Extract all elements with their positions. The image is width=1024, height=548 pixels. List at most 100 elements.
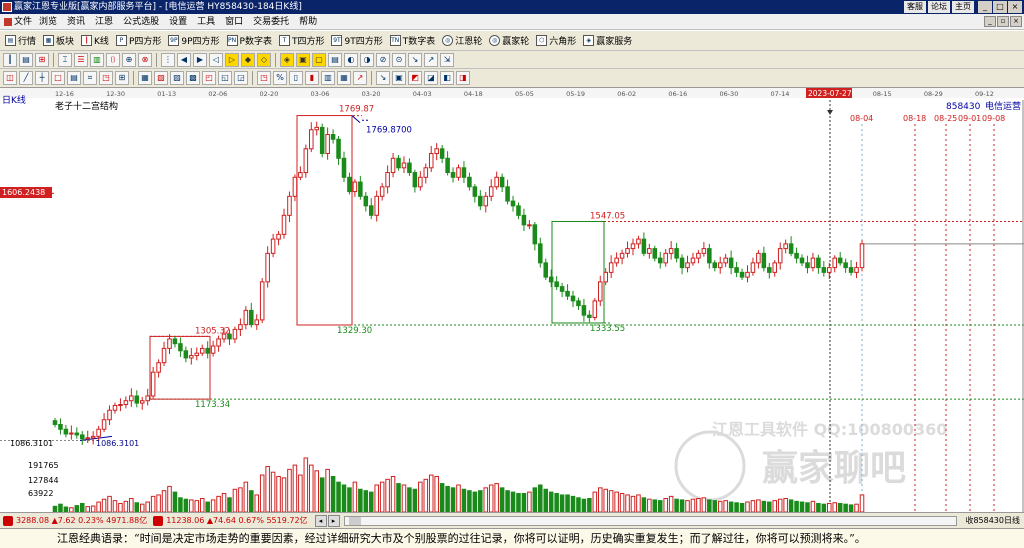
analysis-tool-9-icon[interactable]: ▦	[138, 71, 152, 85]
tool-2-icon[interactable]: ▤	[19, 52, 33, 67]
menu-item-browse[interactable]: 浏览	[34, 14, 62, 30]
kline-button[interactable]: ┃ K线	[79, 33, 111, 49]
horizontal-scrollbar[interactable]	[343, 515, 958, 526]
analysis-tool-26-icon[interactable]: ◪	[424, 71, 438, 85]
tool-25-icon[interactable]: ↘	[408, 52, 422, 67]
low-price-axis: 1086.3101	[10, 439, 53, 448]
link-service[interactable]: 客服	[904, 1, 926, 13]
analysis-tool-7-icon[interactable]: ◳	[99, 71, 113, 85]
analysis-tool-16-icon[interactable]: ◳	[257, 71, 271, 85]
candle-body	[298, 172, 303, 178]
volume-bar	[390, 475, 396, 512]
analysis-tool-28-icon[interactable]: ◨	[456, 71, 470, 85]
analysis-tool-11-icon[interactable]: ▨	[170, 71, 184, 85]
analysis-tool-22-icon[interactable]: ↗	[353, 71, 367, 85]
tool-20-icon[interactable]: ▤	[328, 52, 342, 67]
tool-11-icon[interactable]: ◀	[177, 52, 191, 67]
winner-wheel-button[interactable]: ◎ 赢家轮	[487, 33, 531, 49]
menu-item-settings[interactable]: 设置	[164, 14, 192, 30]
volume-bar	[837, 502, 843, 512]
scroll-left-icon[interactable]: ◂	[314, 514, 327, 527]
kline-chart[interactable]: 12-16 12-30 01-13 02-06 02-20 03-06 03-20 04-03…	[0, 88, 1024, 512]
p-square-button[interactable]: P P四方形	[114, 33, 163, 49]
analysis-tool-6-icon[interactable]: ⌗	[83, 71, 97, 85]
9t-square-button[interactable]: 9T 9T四方形	[329, 33, 384, 49]
date-tick: 05-05	[515, 90, 534, 98]
mdi-close-icon[interactable]: ×	[1010, 16, 1022, 27]
menu-item-help[interactable]: 帮助	[294, 14, 322, 30]
p-number-button[interactable]: PN P数字表	[225, 33, 274, 49]
candle-body	[129, 395, 134, 402]
sector-button[interactable]: ▦ 板块	[41, 33, 76, 49]
tool-3-icon[interactable]: ⊞	[35, 52, 49, 67]
tool-1-icon[interactable]: ┃	[3, 52, 17, 67]
analysis-tool-18-icon[interactable]: ▯	[289, 71, 303, 85]
tool-26-icon[interactable]: ↗	[424, 52, 438, 67]
t-square-button[interactable]: T T四方形	[277, 33, 327, 49]
tool-16-icon[interactable]: ◇	[257, 52, 271, 67]
9p-square-button[interactable]: 9P 9P四方形	[166, 33, 221, 49]
menu-item-news[interactable]: 资讯	[62, 14, 90, 30]
scroll-right-icon[interactable]: ▸	[327, 514, 340, 527]
tool-6-icon[interactable]: ▥	[90, 52, 104, 67]
analysis-tool-21-icon[interactable]: ▦	[337, 71, 351, 85]
mdi-restore-icon[interactable]: ▫	[997, 16, 1009, 27]
tool-9-icon[interactable]: ⊗	[138, 52, 152, 67]
analysis-tool-27-icon[interactable]: ◧	[440, 71, 454, 85]
analysis-tool-19-icon[interactable]: ▮	[305, 71, 319, 85]
analysis-tool-4-icon[interactable]: □	[51, 71, 65, 85]
tool-13-icon[interactable]: ◁	[209, 52, 223, 67]
analysis-tool-3-icon[interactable]: ┼	[35, 71, 49, 85]
menu-item-tools[interactable]: 工具	[192, 14, 220, 30]
t-number-button[interactable]: TN T数字表	[388, 33, 438, 49]
tool-10-icon[interactable]: ⋮	[161, 52, 175, 67]
tool-23-icon[interactable]: ⊘	[376, 52, 390, 67]
analysis-tool-17-icon[interactable]: %	[273, 71, 287, 85]
tool-27-icon[interactable]: ⇲	[440, 52, 454, 67]
index-sz[interactable]: 11238.06 ▲74.64 0.67% 5519.72亿	[150, 513, 310, 528]
menu-item-trade[interactable]: 交易委托	[248, 14, 294, 30]
volume-bar	[314, 470, 320, 512]
analysis-tool-12-icon[interactable]: ▩	[186, 71, 200, 85]
tool-12-icon[interactable]: ▶	[193, 52, 207, 67]
tool-24-icon[interactable]: ⊙	[392, 52, 406, 67]
mdi-minimize-icon[interactable]: _	[984, 16, 996, 27]
tool-19-icon[interactable]: ▢	[312, 52, 326, 67]
analysis-tool-23-icon[interactable]: ↘	[376, 71, 390, 85]
analysis-tool-10-icon[interactable]: ▧	[154, 71, 168, 85]
link-forum[interactable]: 论坛	[928, 1, 950, 13]
tool-14-icon[interactable]: ▷	[225, 52, 239, 67]
tool-5-icon[interactable]: ☰	[74, 52, 88, 67]
tool-22-icon[interactable]: ◑	[360, 52, 374, 67]
analysis-tool-14-icon[interactable]: ◱	[218, 71, 232, 85]
menu-item-file[interactable]: 文件	[2, 14, 34, 30]
analysis-tool-8-icon[interactable]: ⊞	[115, 71, 129, 85]
analysis-tool-25-icon[interactable]: ◩	[408, 71, 422, 85]
tool-4-icon[interactable]: ⌶	[58, 52, 72, 67]
tool-15-icon[interactable]: ◆	[241, 52, 255, 67]
tool-8-icon[interactable]: ⊕	[122, 52, 136, 67]
menu-item-window[interactable]: 窗口	[220, 14, 248, 30]
close-icon[interactable]: ×	[1008, 1, 1022, 13]
gann-wheel-button[interactable]: ◎ 江恩轮	[440, 33, 484, 49]
analysis-tool-24-icon[interactable]: ▣	[392, 71, 406, 85]
maximize-icon[interactable]: □	[993, 1, 1007, 13]
analysis-tool-1-icon[interactable]: ◫	[3, 71, 17, 85]
quote-button[interactable]: ▤ 行情	[3, 33, 38, 49]
menu-item-gann[interactable]: 江恩	[90, 14, 118, 30]
minimize-icon[interactable]: _	[978, 1, 992, 13]
index-sh[interactable]: 3288.08 ▲7.62 0.23% 4971.88亿	[0, 513, 150, 528]
analysis-tool-13-icon[interactable]: ◰	[202, 71, 216, 85]
analysis-tool-15-icon[interactable]: ◲	[234, 71, 248, 85]
analysis-tool-20-icon[interactable]: ▥	[321, 71, 335, 85]
tool-17-icon[interactable]: ◈	[280, 52, 294, 67]
tool-21-icon[interactable]: ◐	[344, 52, 358, 67]
menu-item-formula[interactable]: 公式选股	[118, 14, 164, 30]
tool-7-icon[interactable]: ⌷	[106, 52, 120, 67]
tool-18-icon[interactable]: ▣	[296, 52, 310, 67]
analysis-tool-2-icon[interactable]: ╱	[19, 71, 33, 85]
winner-service-button[interactable]: ◈ 赢家服务	[581, 33, 634, 49]
link-home[interactable]: 主页	[952, 1, 974, 13]
hexagon-button[interactable]: ⬡ 六角形	[534, 33, 578, 49]
analysis-tool-5-icon[interactable]: ▤	[67, 71, 81, 85]
